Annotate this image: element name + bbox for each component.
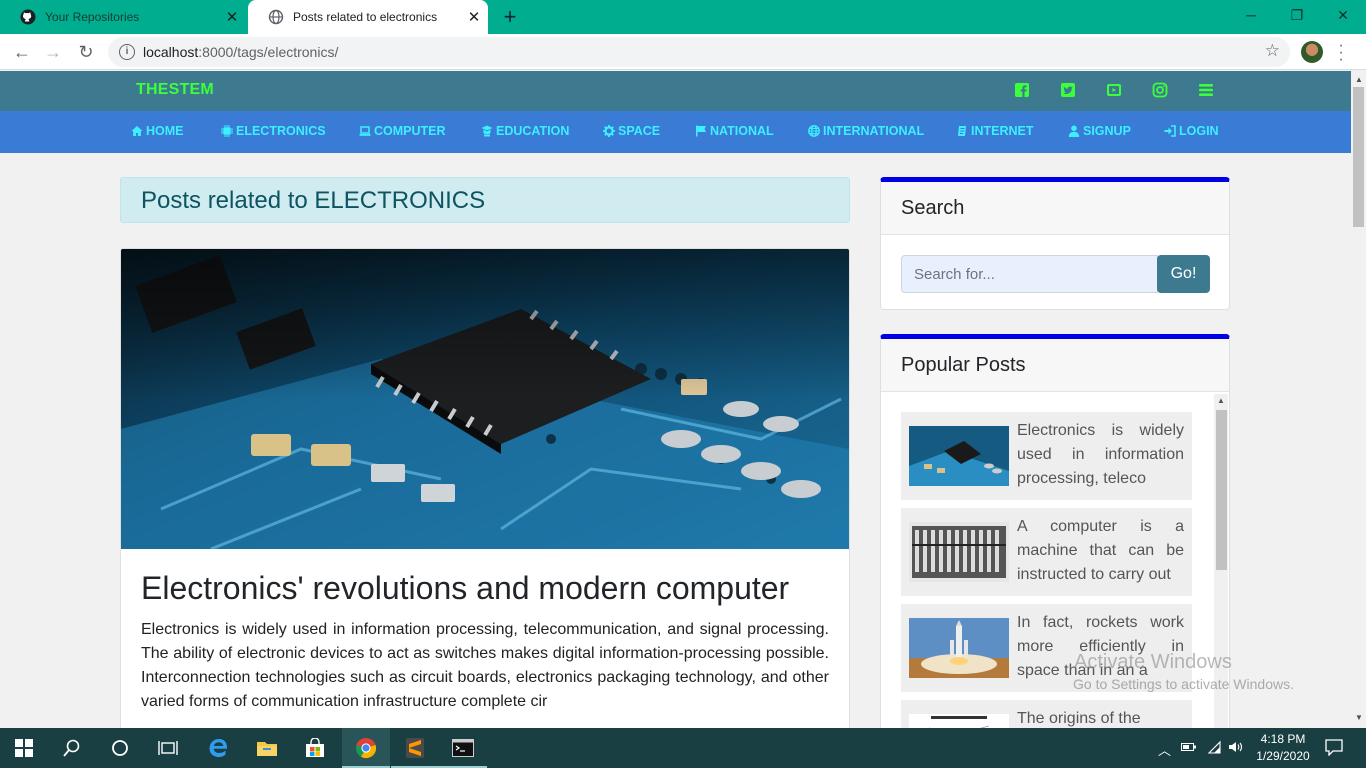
chip-icon	[221, 125, 233, 137]
close-tab-icon[interactable]: ✕	[460, 8, 488, 26]
popular-post-thumbnail	[909, 426, 1009, 486]
site-brand[interactable]: THESTEM	[136, 81, 214, 99]
back-icon[interactable]: ←	[9, 39, 35, 65]
globe-icon	[808, 125, 820, 137]
windows-taskbar: ︿ 4:18 PM 1/29/2020	[0, 728, 1366, 768]
popular-post-thumbnail	[909, 618, 1009, 678]
search-widget-title: Search	[901, 197, 965, 219]
activate-windows-subtitle: Go to Settings to activate Windows.	[1073, 676, 1294, 692]
profile-avatar[interactable]	[1301, 41, 1323, 63]
clock-time: 4:18 PM	[1260, 732, 1306, 746]
popular-post-item[interactable]: Electronics is widely used in informatio…	[901, 412, 1192, 500]
windows-start-icon[interactable]	[0, 728, 48, 768]
info-icon[interactable]: i	[119, 44, 135, 60]
youtube-icon[interactable]	[1106, 82, 1122, 98]
file-explorer-icon[interactable]	[243, 728, 291, 768]
minimize-icon[interactable]: ─	[1228, 0, 1274, 30]
post-title[interactable]: Electronics' revolutions and modern comp…	[141, 570, 789, 607]
tab-posts-electronics[interactable]: Posts related to electronics ✕	[248, 0, 488, 34]
page-scrollbar-thumb[interactable]	[1353, 87, 1364, 227]
user-icon	[1068, 125, 1080, 137]
new-tab-icon[interactable]: +	[498, 4, 522, 30]
volume-icon[interactable]	[1228, 740, 1244, 757]
laptop-icon	[359, 126, 371, 136]
facebook-icon[interactable]	[1014, 82, 1030, 98]
scroll-down-arrow-icon[interactable]: ▼	[1355, 713, 1363, 722]
nav-space[interactable]: SPACE	[603, 124, 660, 138]
cortana-icon[interactable]	[96, 728, 144, 768]
chrome-icon[interactable]	[342, 728, 390, 768]
home-icon	[131, 126, 143, 136]
reload-icon[interactable]: ↻	[73, 39, 99, 65]
search-widget: Search Search for... Go!	[880, 177, 1230, 310]
url-text: localhost:8000/tags/electronics/	[143, 44, 339, 60]
edge-browser-icon[interactable]	[195, 728, 243, 768]
clock-date: 1/29/2020	[1256, 749, 1310, 763]
popular-post-text: Electronics is widely used in informatio…	[1017, 422, 1184, 487]
internet-icon	[958, 126, 966, 136]
search-input[interactable]: Search for...	[901, 255, 1158, 293]
bookmark-star-icon[interactable]: ☆	[1265, 41, 1280, 61]
show-hidden-icons-icon[interactable]: ︿	[1158, 740, 1171, 759]
nav-signup[interactable]: SIGNUP	[1068, 124, 1131, 138]
nav-login[interactable]: LOGIN	[1164, 124, 1219, 138]
scroll-up-arrow-icon[interactable]: ▲	[1217, 396, 1225, 405]
task-view-icon[interactable]	[144, 728, 192, 768]
address-bar[interactable]: i localhost:8000/tags/electronics/ ☆	[108, 37, 1290, 67]
terminal-icon[interactable]	[439, 728, 487, 768]
popular-posts-widget: Popular Posts Electronics is widely used…	[880, 334, 1230, 734]
popular-posts-title: Popular Posts	[901, 354, 1026, 376]
page-title: Posts related to ELECTRONICS	[141, 187, 486, 214]
tab-title: Your Repositories	[45, 10, 140, 24]
activate-windows-title: Activate Windows	[1074, 651, 1232, 673]
search-icon[interactable]	[48, 728, 96, 768]
post-excerpt: Electronics is widely used in informatio…	[141, 621, 829, 710]
store-icon[interactable]	[291, 728, 339, 768]
forward-icon[interactable]: →	[40, 39, 66, 65]
popular-post-thumbnail	[909, 522, 1009, 582]
nav-computer[interactable]: COMPUTER	[359, 124, 446, 138]
nav-international[interactable]: INTERNATIONAL	[808, 124, 924, 138]
login-icon	[1164, 125, 1176, 137]
close-window-icon[interactable]: ✕	[1320, 0, 1366, 30]
tag-heading-banner: Posts related to ELECTRONICS	[120, 177, 850, 223]
graduate-icon	[481, 125, 493, 137]
system-clock[interactable]: 4:18 PM 1/29/2020	[1250, 731, 1316, 765]
instagram-icon[interactable]	[1152, 82, 1168, 98]
twitter-icon[interactable]	[1060, 82, 1076, 98]
browser-tab-strip: Your Repositories ✕ Posts related to ele…	[0, 0, 1366, 34]
scrollbar-thumb[interactable]	[1216, 410, 1227, 570]
post-image[interactable]	[121, 249, 849, 549]
browser-menu-icon[interactable]: · · ·	[1336, 38, 1346, 68]
search-go-button[interactable]: Go!	[1157, 255, 1210, 293]
flag-icon	[696, 125, 706, 137]
popular-post-item[interactable]: A computer is a machine that can be inst…	[901, 508, 1192, 596]
nav-electronics[interactable]: ELECTRONICS	[221, 124, 326, 138]
nav-internet[interactable]: INTERNET	[956, 124, 1034, 138]
nav-national[interactable]: NATIONAL	[695, 124, 774, 138]
sublime-text-icon[interactable]	[391, 728, 439, 768]
menu-icon[interactable]	[1198, 82, 1214, 98]
main-navigation: HOME ELECTRONICS COMPUTER EDUCATION SPAC…	[0, 111, 1351, 153]
nav-education[interactable]: EDUCATION	[481, 124, 569, 138]
globe-icon	[268, 9, 284, 25]
browser-toolbar: ← → ↻ i localhost:8000/tags/electronics/…	[0, 34, 1366, 70]
tab-your-repositories[interactable]: Your Repositories ✕	[0, 0, 246, 34]
github-icon	[20, 9, 36, 25]
close-tab-icon[interactable]: ✕	[218, 8, 246, 26]
site-top-bar: THESTEM	[0, 71, 1351, 111]
page-scrollbar[interactable]: ▲ ▼	[1351, 71, 1366, 728]
tab-title: Posts related to electronics	[293, 10, 438, 24]
wifi-icon[interactable]	[1206, 740, 1222, 757]
restore-icon[interactable]: ❐	[1274, 0, 1320, 30]
popular-post-text: A computer is a machine that can be inst…	[1017, 518, 1184, 583]
post-card: Electronics' revolutions and modern comp…	[120, 248, 850, 748]
scroll-up-arrow-icon[interactable]: ▲	[1355, 75, 1363, 84]
battery-icon[interactable]	[1181, 741, 1197, 756]
nav-home[interactable]: HOME	[131, 124, 184, 138]
cog-icon	[603, 125, 615, 137]
notifications-icon[interactable]	[1325, 738, 1343, 759]
